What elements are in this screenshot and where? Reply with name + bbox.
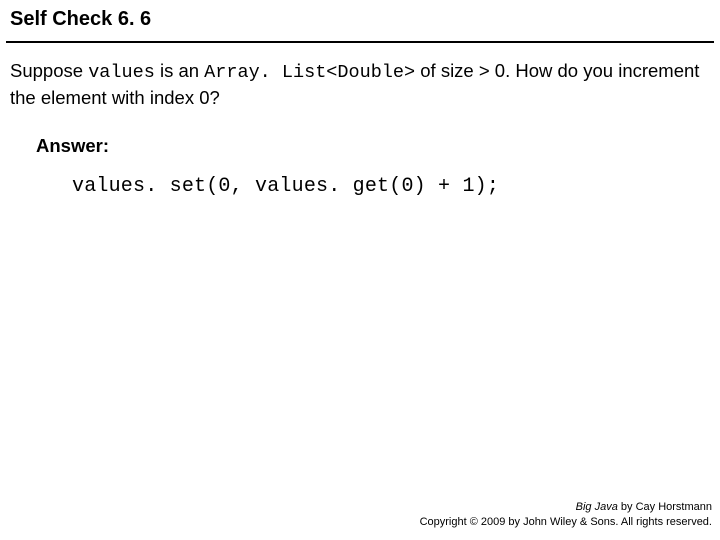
question-part-2: is an bbox=[155, 60, 204, 81]
answer-label: Answer: bbox=[36, 135, 710, 157]
footer-line-1: Big Java by Cay Horstmann bbox=[420, 500, 712, 515]
footer: Big Java by Cay Horstmann Copyright © 20… bbox=[420, 500, 712, 530]
question-text: Suppose values is an Array. List<Double>… bbox=[10, 59, 710, 111]
question-code-1: values bbox=[88, 62, 155, 83]
slide-title: Self Check 6. 6 bbox=[10, 8, 710, 31]
slide-body: Suppose values is an Array. List<Double>… bbox=[0, 43, 720, 198]
question-part-1: Suppose bbox=[10, 60, 88, 81]
slide: { "title": "Self Check 6. 6", "question"… bbox=[0, 0, 720, 540]
footer-author: by Cay Horstmann bbox=[618, 501, 712, 513]
footer-book-title: Big Java bbox=[576, 501, 618, 513]
title-wrap: Self Check 6. 6 bbox=[0, 0, 720, 35]
answer-code: values. set(0, values. get(0) + 1); bbox=[36, 157, 710, 198]
footer-copyright: Copyright © 2009 by John Wiley & Sons. A… bbox=[420, 515, 712, 530]
answer-block: Answer: values. set(0, values. get(0) + … bbox=[10, 111, 710, 198]
question-code-2: Array. List<Double> bbox=[204, 62, 415, 83]
